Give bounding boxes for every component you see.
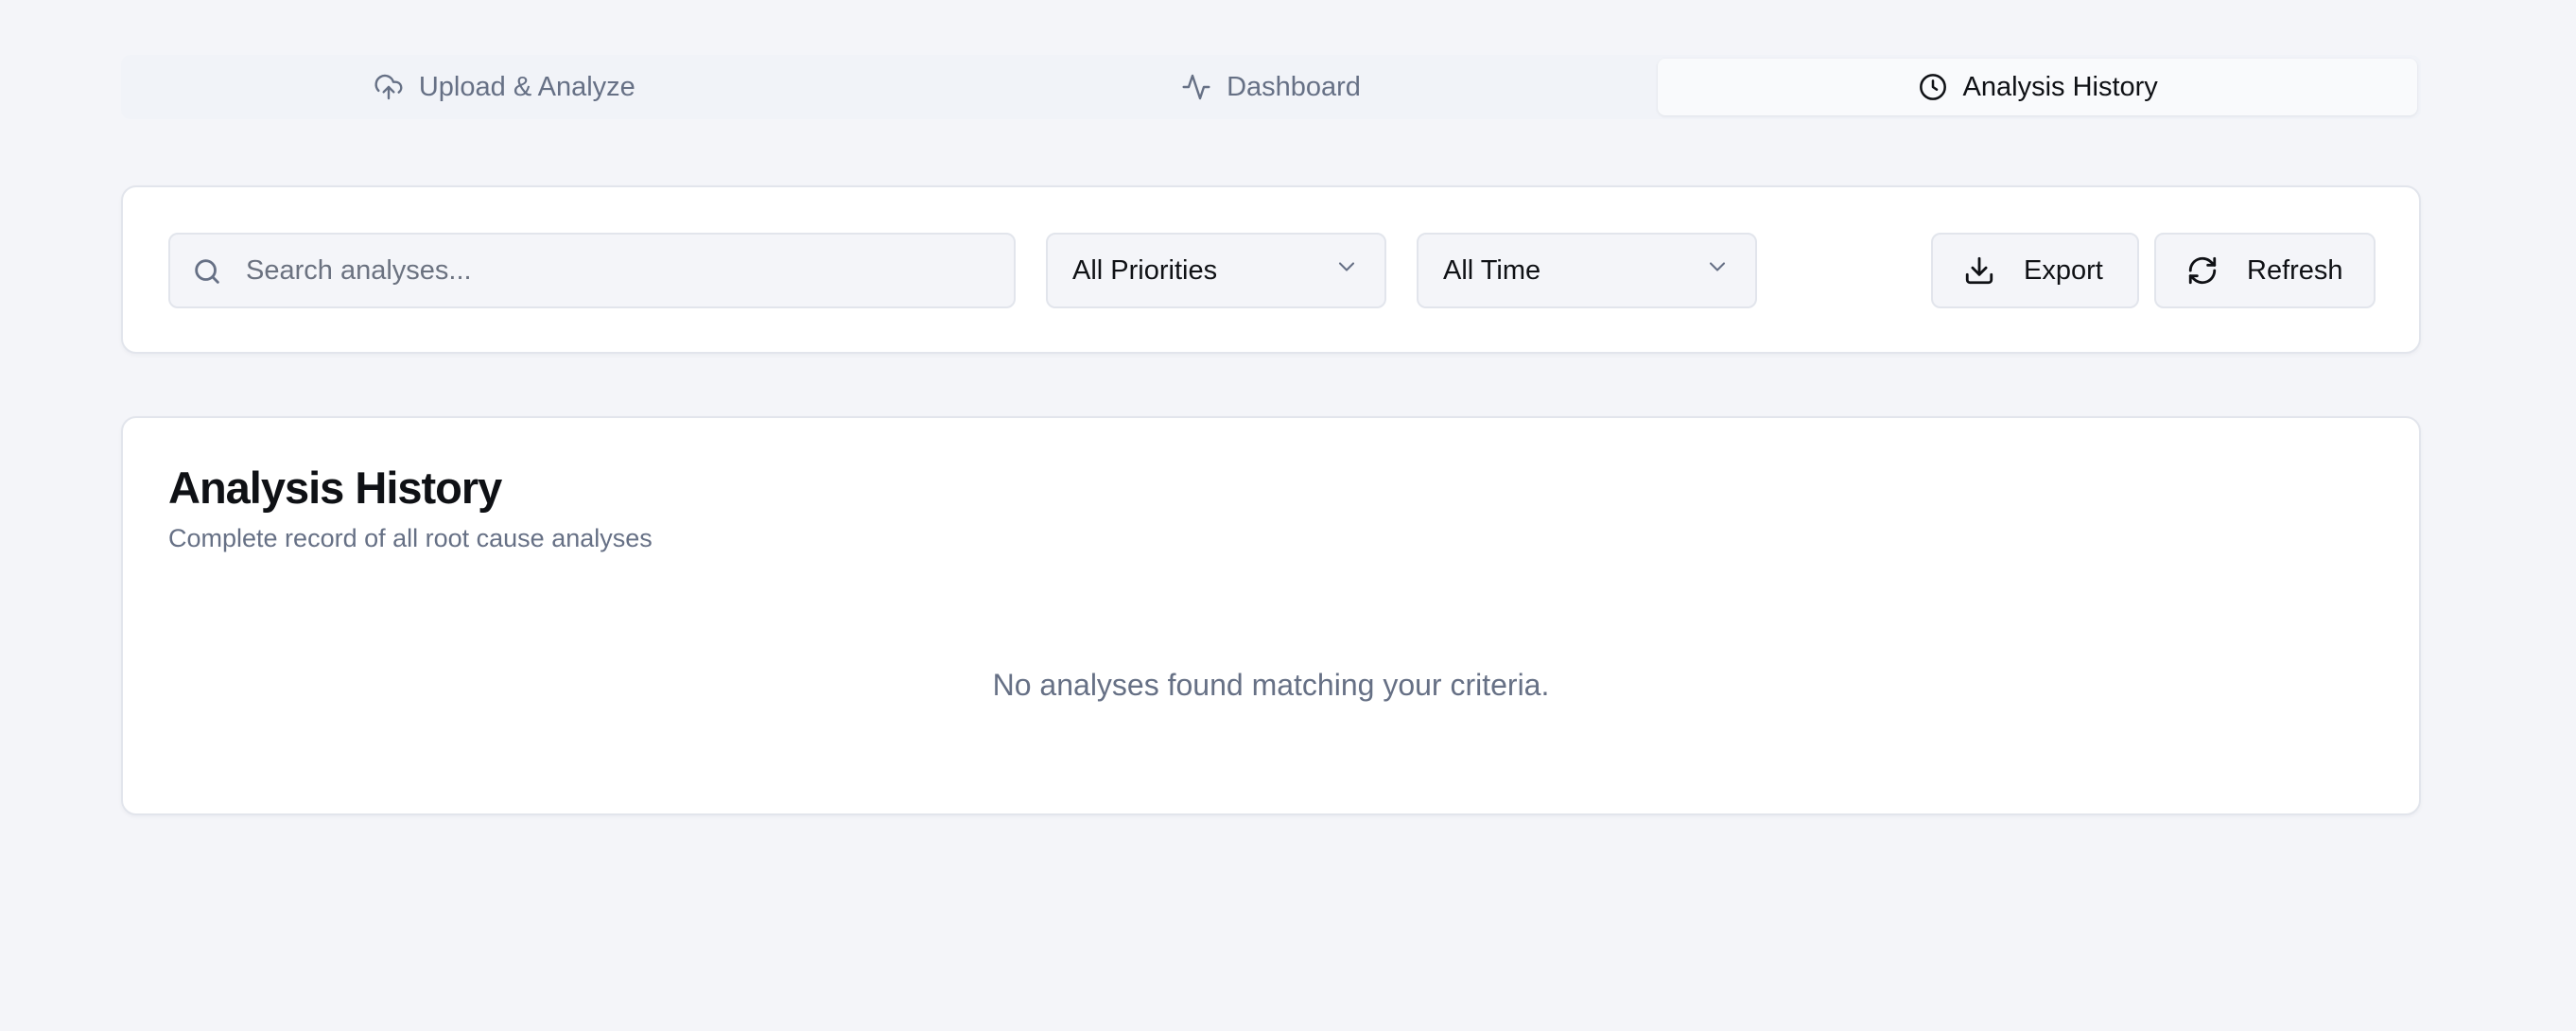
refresh-button[interactable]: Refresh (2154, 233, 2376, 308)
page-title: Analysis History (168, 463, 502, 513)
export-label: Export (2024, 254, 2103, 286)
chevron-down-icon (1704, 253, 1731, 288)
activity-icon (1181, 72, 1211, 102)
search-box[interactable] (168, 233, 1016, 308)
tab-label: Analysis History (1962, 71, 2158, 102)
export-button[interactable]: Export (1931, 233, 2139, 308)
time-select-value: All Time (1443, 254, 1541, 286)
priority-select-value: All Priorities (1072, 254, 1218, 286)
filter-bar: All Priorities All Time Export (121, 185, 2421, 354)
analysis-history-card: Analysis History Complete record of all … (121, 416, 2421, 815)
chevron-down-icon (1333, 253, 1360, 288)
cloud-upload-icon (374, 72, 404, 102)
time-select[interactable]: All Time (1417, 233, 1757, 308)
main-tabs: Upload & Analyze Dashboard Analysis Hist… (121, 55, 2421, 119)
tab-label: Upload & Analyze (418, 71, 635, 102)
search-input[interactable] (246, 235, 993, 306)
tab-analysis-history[interactable]: Analysis History (1658, 59, 2418, 115)
empty-state-message: No analyses found matching your criteria… (992, 668, 1550, 702)
priority-select[interactable]: All Priorities (1046, 233, 1386, 308)
refresh-label: Refresh (2247, 254, 2343, 286)
clock-icon (1918, 72, 1948, 102)
tab-dashboard[interactable]: Dashboard (892, 59, 1651, 115)
refresh-icon (2186, 254, 2219, 287)
search-icon (195, 259, 219, 284)
tab-upload-analyze[interactable]: Upload & Analyze (125, 59, 884, 115)
download-icon (1963, 254, 1995, 287)
tab-label: Dashboard (1227, 71, 1361, 102)
page-subtitle: Complete record of all root cause analys… (168, 524, 653, 552)
